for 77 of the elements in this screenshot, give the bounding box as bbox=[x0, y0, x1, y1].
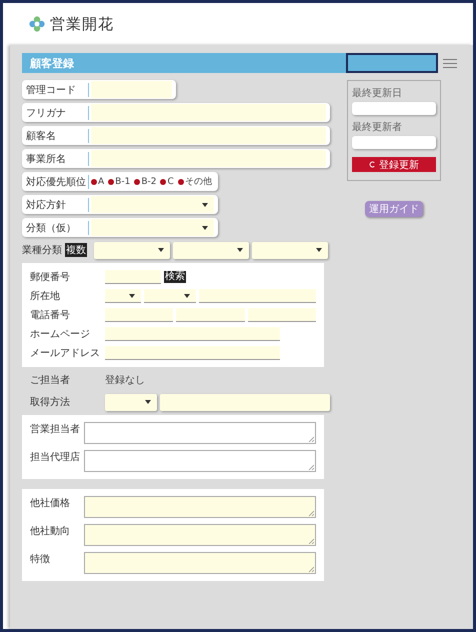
resize-grip-icon bbox=[308, 510, 314, 516]
input-field[interactable] bbox=[352, 102, 436, 115]
field-label: 特徴 bbox=[30, 552, 51, 566]
title-bar-field[interactable] bbox=[346, 53, 438, 73]
resize-grip-icon bbox=[308, 464, 314, 470]
caret-icon bbox=[145, 400, 151, 404]
field-label: 取得方法 bbox=[30, 396, 71, 409]
field-label: 担当代理店 bbox=[30, 450, 81, 464]
field-label: 電話番号 bbox=[30, 308, 71, 322]
field-label: 他社動向 bbox=[30, 524, 71, 538]
field-label: 業種分類 bbox=[22, 244, 62, 257]
input-field[interactable] bbox=[91, 150, 326, 167]
input-field[interactable] bbox=[199, 289, 316, 303]
select-field[interactable] bbox=[173, 242, 249, 258]
field-label: 顧客名 bbox=[26, 128, 89, 142]
input-field[interactable] bbox=[105, 327, 280, 341]
field-label: 最終更新者 bbox=[352, 120, 403, 134]
caret-icon bbox=[184, 294, 190, 298]
select-field[interactable] bbox=[144, 289, 196, 303]
select-field[interactable] bbox=[252, 242, 328, 258]
field-label: 事業所名 bbox=[26, 152, 89, 166]
field-label: メールアドレス bbox=[30, 347, 101, 360]
tag: 複数 bbox=[65, 243, 87, 257]
caret-icon bbox=[316, 248, 322, 252]
radio-option[interactable]: その他 bbox=[178, 175, 212, 188]
caret-icon bbox=[158, 248, 164, 252]
input-field[interactable] bbox=[105, 270, 161, 284]
select-field[interactable] bbox=[105, 394, 157, 410]
flower-logo-icon bbox=[29, 16, 45, 32]
field-label: 最終更新日 bbox=[352, 86, 403, 100]
select-field[interactable] bbox=[94, 242, 170, 258]
field-label: 管理コード bbox=[26, 82, 89, 96]
input-field[interactable] bbox=[105, 346, 280, 360]
input-field[interactable] bbox=[248, 308, 316, 322]
field-label: 分類（仮） bbox=[26, 220, 89, 234]
input-field[interactable] bbox=[91, 81, 172, 98]
select-field[interactable] bbox=[91, 219, 214, 236]
field-label: 営業担当者 bbox=[30, 422, 81, 436]
text-area[interactable] bbox=[84, 552, 316, 574]
field-label: 郵便番号 bbox=[30, 270, 71, 284]
caret-icon bbox=[237, 248, 243, 252]
caret-icon bbox=[202, 226, 208, 230]
caret-icon bbox=[202, 202, 208, 206]
field-label: フリガナ bbox=[26, 106, 89, 120]
field-label: 対応方針 bbox=[26, 198, 89, 212]
resize-grip-icon bbox=[308, 436, 314, 442]
select-field[interactable] bbox=[105, 289, 141, 303]
radio-option[interactable]: C bbox=[160, 175, 174, 188]
contact-value: 登録なし bbox=[105, 374, 145, 387]
radio-option[interactable]: A bbox=[91, 175, 104, 188]
search-button[interactable]: 検索 bbox=[164, 271, 186, 283]
menu-icon[interactable] bbox=[443, 58, 457, 68]
text-area[interactable] bbox=[84, 496, 316, 518]
field-label: 他社価格 bbox=[30, 496, 71, 510]
resize-grip-icon bbox=[308, 566, 314, 572]
page-title: 顧客登録 bbox=[30, 56, 74, 70]
refresh-icon bbox=[369, 161, 376, 168]
input-field[interactable] bbox=[91, 104, 326, 121]
update-button[interactable]: 登録更新 bbox=[352, 157, 436, 172]
input-field[interactable] bbox=[352, 136, 436, 149]
input-field[interactable] bbox=[160, 394, 330, 410]
app-logo: 営業開花 bbox=[50, 14, 114, 34]
text-area[interactable] bbox=[84, 450, 316, 472]
radio-option[interactable]: B-1 bbox=[108, 175, 130, 188]
field-label: ご担当者 bbox=[30, 374, 71, 387]
select-field[interactable] bbox=[91, 196, 214, 213]
field-label: ホームページ bbox=[30, 328, 91, 341]
input-field[interactable] bbox=[105, 308, 174, 322]
input-field[interactable] bbox=[176, 308, 245, 322]
text-area[interactable] bbox=[84, 422, 316, 444]
field-label: 対応優先順位 bbox=[26, 174, 89, 188]
resize-grip-icon bbox=[308, 538, 314, 544]
text-area[interactable] bbox=[84, 524, 316, 546]
caret-icon bbox=[129, 294, 135, 298]
radio-option[interactable]: B-2 bbox=[134, 175, 156, 188]
input-field[interactable] bbox=[91, 127, 326, 144]
field-label: 所在地 bbox=[30, 290, 61, 303]
